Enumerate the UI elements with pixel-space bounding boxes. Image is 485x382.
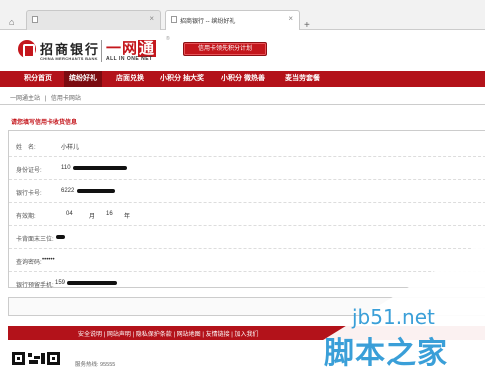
breadcrumb-separator: | [44,96,47,102]
nav-item-lottery[interactable]: 小积分 抽大奖 [160,71,204,87]
card-number-label: 银行卡号: [16,191,42,197]
cvv-label: 卡背面末三位: [16,237,54,243]
watermark-en: jb51.net [352,305,435,329]
nav-item-points-home[interactable]: 积分首页 [24,71,52,87]
service-hotline: 服务热线: 95555 [75,362,116,368]
all-in-one-net-logo[interactable]: 一网通 [106,37,157,58]
year-unit: 年 [124,214,131,220]
redaction-mask [67,281,117,285]
name-value[interactable]: 小样儿 [61,142,79,151]
footer-links[interactable]: 安全说明 | 网站声明 | 隐私保护条款 | 网站地图 | 友情链接 | 加入我… [78,329,258,338]
nav-item-gifts[interactable]: 缤纷好礼 [64,71,102,87]
form-row-card-number: 银行卡号: 6222 [9,180,485,203]
form-row-expiry: 有效期: 04 月 16 年 [9,203,485,226]
home-icon[interactable]: ⌂ [9,17,14,27]
tab-title: 招商银行 -- 缤纷好礼 [180,19,236,25]
phone-value[interactable]: 159 [55,280,65,286]
bank-logo-icon[interactable] [18,40,36,58]
credit-card-plan-button[interactable]: 信用卡领先积分计划 [183,42,267,56]
card-number-value[interactable]: 6222 [61,188,74,194]
breadcrumb: 一网通主站 | 信用卡网站 [10,93,84,102]
form-row-id-number: 身份证号: 110 [9,157,485,180]
close-tab-icon[interactable]: × [149,14,154,23]
id-number-value[interactable]: 110 [61,165,71,171]
browser-tab-blank[interactable]: × [26,10,161,30]
tab-bar: ⌂ × 招商银行 -- 缤纷好礼 × + [0,8,485,31]
password-value[interactable]: •••••• [42,257,55,263]
registered-mark: ® [166,36,170,42]
brand-cn-text: 一网 [106,40,139,57]
nav-item-store-exchange[interactable]: 店面兑换 [116,71,144,87]
bank-name-en: CHINA MERCHANTS BANK [40,56,98,61]
breadcrumb-main-site[interactable]: 一网通主站 [10,96,40,102]
id-number-label: 身份证号: [16,168,42,174]
page-icon [171,16,177,23]
redaction-mask [73,166,127,170]
browser-chrome: ⌂ × 招商银行 -- 缤纷好礼 × + [0,0,485,31]
form-row-name: 姓 名: 小样儿 [9,134,485,157]
site-header: 招商银行 CHINA MERCHANTS BANK 一网通 ALL IN ONE… [0,30,485,70]
expiry-label: 有效期: [16,214,36,220]
form-title: 请您填写信用卡收货信息 [11,120,78,126]
divider [0,104,485,105]
main-nav: 积分首页 缤纷好礼 店面兑换 小积分 抽大奖 小积分 微热善 麦当劳套餐 [0,71,485,87]
qr-code-icon [12,352,66,367]
close-tab-icon[interactable]: × [288,14,293,23]
expiry-month-select[interactable]: 04 [66,211,73,217]
redaction-mask [56,235,65,239]
browser-tab-active[interactable]: 招商银行 -- 缤纷好礼 × [165,10,300,30]
month-unit: 月 [89,214,96,220]
nav-item-mcdonalds[interactable]: 麦当劳套餐 [285,71,320,87]
breadcrumb-credit-card-site[interactable]: 信用卡网站 [51,96,81,102]
page-icon [32,16,38,23]
header-divider [101,40,102,62]
nav-item-charity[interactable]: 小积分 微热善 [221,71,265,87]
name-label: 姓 名: [16,145,36,151]
password-label: 查询密码: [16,260,42,266]
brand-cn-box: 通 [138,40,157,57]
watermark-cn: 脚本之家 [324,336,448,371]
phone-label: 银行预留手机: [16,283,54,289]
brand-en-text: ALL IN ONE NET [106,56,153,62]
expiry-year-select[interactable]: 16 [106,211,113,217]
redaction-mask [77,189,115,193]
